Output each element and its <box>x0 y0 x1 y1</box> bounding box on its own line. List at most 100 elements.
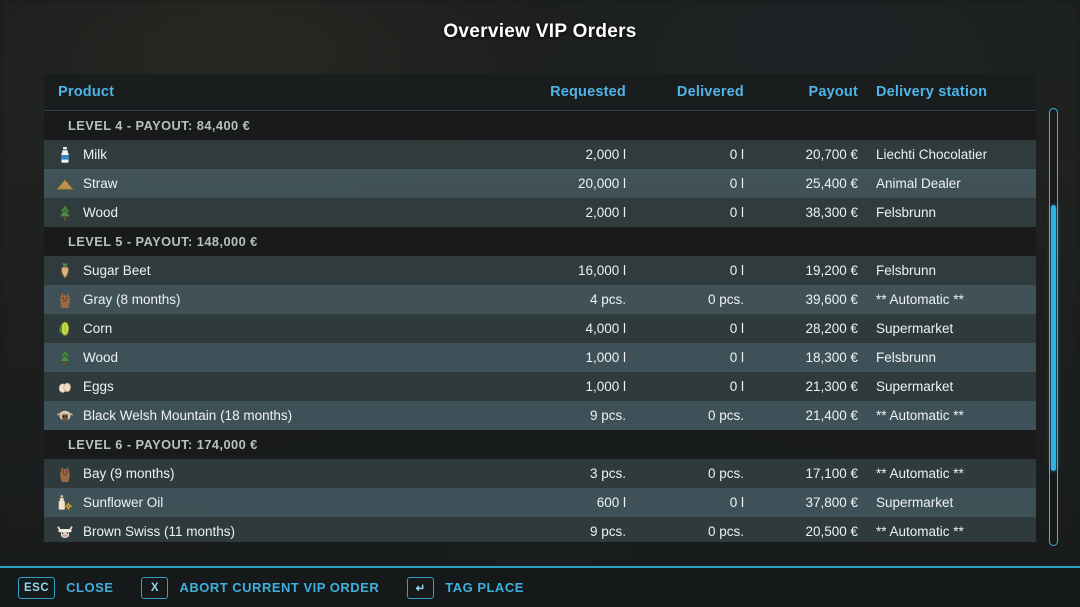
product-name: Sunflower Oil <box>83 495 163 510</box>
cell-station: Liechti Chocolatier <box>876 147 1036 162</box>
table-row[interactable]: Bay (9 months)3 pcs.0 pcs.17,100 €** Aut… <box>44 459 1036 488</box>
column-header-product[interactable]: Product <box>44 84 492 100</box>
footer-action-close[interactable]: ESC CLOSE <box>18 577 113 599</box>
footer-action-tag-place[interactable]: ↵ TAG PLACE <box>407 577 524 599</box>
table-row[interactable]: Straw20,000 l0 l25,400 €Animal Dealer <box>44 169 1036 198</box>
table-row[interactable]: Milk 2,000 l0 l20,700 €Liechti Chocolatie… <box>44 140 1036 169</box>
column-header-delivered[interactable]: Delivered <box>638 84 756 100</box>
cell-product: Bay (9 months) <box>44 465 492 483</box>
product-name: Straw <box>83 176 118 191</box>
cell-station: Supermarket <box>876 379 1036 394</box>
product-name: Wood <box>83 350 118 365</box>
column-header-payout[interactable]: Payout <box>756 84 876 100</box>
table-row[interactable]: Corn4,000 l0 l28,200 €Supermarket <box>44 314 1036 343</box>
product-name: Eggs <box>83 379 114 394</box>
product-name: Bay (9 months) <box>83 466 175 481</box>
cell-delivered: 0 l <box>638 321 756 336</box>
cell-delivered: 0 l <box>638 176 756 191</box>
cell-payout: 17,100 € <box>756 466 876 481</box>
cell-delivered: 0 l <box>638 147 756 162</box>
cell-product: Gray (8 months) <box>44 291 492 309</box>
cell-requested: 600 l <box>492 495 638 510</box>
vertical-scrollbar[interactable] <box>1049 108 1058 546</box>
cell-delivered: 0 pcs. <box>638 292 756 307</box>
cell-product: Straw <box>44 175 492 193</box>
cell-station: Felsbrunn <box>876 263 1036 278</box>
cell-delivered: 0 l <box>638 205 756 220</box>
cell-payout: 18,300 € <box>756 350 876 365</box>
cell-delivered: 0 pcs. <box>638 524 756 539</box>
corn-cob-icon <box>56 320 74 338</box>
table-row[interactable]: Black Welsh Mountain (18 months) 9 pcs.0 … <box>44 401 1036 430</box>
cell-payout: 37,800 € <box>756 495 876 510</box>
column-header-station[interactable]: Delivery station <box>876 84 1036 100</box>
cell-station: ** Automatic ** <box>876 292 1036 307</box>
scrollbar-thumb[interactable] <box>1051 205 1056 471</box>
cell-product: Eggs <box>44 378 492 396</box>
cell-requested: 2,000 l <box>492 147 638 162</box>
cell-delivered: 0 pcs. <box>638 408 756 423</box>
tree-wood-icon <box>56 349 74 367</box>
product-name: Milk <box>83 147 107 162</box>
level-group-header: LEVEL 5 - PAYOUT: 148,000 € <box>44 227 1036 256</box>
column-header-requested[interactable]: Requested <box>492 84 638 100</box>
cell-payout: 20,700 € <box>756 147 876 162</box>
product-name: Wood <box>83 205 118 220</box>
sunflower-oil-icon <box>56 494 74 512</box>
cell-requested: 9 pcs. <box>492 408 638 423</box>
cell-product: Milk <box>44 146 492 164</box>
cell-payout: 25,400 € <box>756 176 876 191</box>
cell-station: Felsbrunn <box>876 205 1036 220</box>
cell-requested: 1,000 l <box>492 350 638 365</box>
cell-payout: 21,400 € <box>756 408 876 423</box>
cell-station: Animal Dealer <box>876 176 1036 191</box>
cell-product: Sugar Beet <box>44 262 492 280</box>
label-abort-vip-order: ABORT CURRENT VIP ORDER <box>179 580 379 595</box>
cell-delivered: 0 l <box>638 263 756 278</box>
key-esc[interactable]: ESC <box>18 577 55 599</box>
cell-payout: 20,500 € <box>756 524 876 539</box>
tree-wood-icon <box>56 204 74 222</box>
sheep-icon <box>56 407 74 425</box>
label-tag-place: TAG PLACE <box>445 580 524 595</box>
footer-action-abort[interactable]: X ABORT CURRENT VIP ORDER <box>141 577 379 599</box>
cell-requested: 16,000 l <box>492 263 638 278</box>
cell-station: Supermarket <box>876 321 1036 336</box>
table-row[interactable]: Eggs1,000 l0 l21,300 €Supermarket <box>44 372 1036 401</box>
cell-delivered: 0 l <box>638 379 756 394</box>
product-name: Corn <box>83 321 112 336</box>
cell-payout: 19,200 € <box>756 263 876 278</box>
table-row[interactable]: Wood 1,000 l0 l18,300 €Felsbrunn <box>44 343 1036 372</box>
cell-station: ** Automatic ** <box>876 524 1036 539</box>
horse-head-icon <box>56 291 74 309</box>
cell-product: Sunflower Oil <box>44 494 492 512</box>
product-name: Brown Swiss (11 months) <box>83 524 235 539</box>
product-name: Black Welsh Mountain (18 months) <box>83 408 292 423</box>
cell-station: Supermarket <box>876 495 1036 510</box>
product-name: Sugar Beet <box>83 263 151 278</box>
level-group-header: LEVEL 4 - PAYOUT: 84,400 € <box>44 111 1036 140</box>
cell-product: Wood <box>44 349 492 367</box>
cell-station: Felsbrunn <box>876 350 1036 365</box>
table-row[interactable]: Brown Swiss (11 months)9 pcs.0 pcs.20,50… <box>44 517 1036 542</box>
cell-requested: 3 pcs. <box>492 466 638 481</box>
vip-orders-screen: Overview VIP Orders Product Requested De… <box>0 0 1080 607</box>
cell-delivered: 0 l <box>638 350 756 365</box>
table-row[interactable]: Gray (8 months)4 pcs.0 pcs.39,600 €** Au… <box>44 285 1036 314</box>
table-row[interactable]: Sugar Beet 16,000 l0 l19,200 €Felsbrunn <box>44 256 1036 285</box>
cell-requested: 4 pcs. <box>492 292 638 307</box>
cell-product: Black Welsh Mountain (18 months) <box>44 407 492 425</box>
cell-payout: 38,300 € <box>756 205 876 220</box>
table-row[interactable]: Wood 2,000 l0 l38,300 €Felsbrunn <box>44 198 1036 227</box>
cell-requested: 1,000 l <box>492 379 638 394</box>
eggs-icon <box>56 378 74 396</box>
straw-bale-icon <box>56 175 74 193</box>
product-name: Gray (8 months) <box>83 292 181 307</box>
label-close: CLOSE <box>66 580 113 595</box>
key-x[interactable]: X <box>141 577 168 599</box>
cell-product: Corn <box>44 320 492 338</box>
key-enter[interactable]: ↵ <box>407 577 434 599</box>
table-row[interactable]: Sunflower Oil600 l0 l37,800 €Supermarket <box>44 488 1036 517</box>
cell-delivered: 0 pcs. <box>638 466 756 481</box>
cell-requested: 2,000 l <box>492 205 638 220</box>
